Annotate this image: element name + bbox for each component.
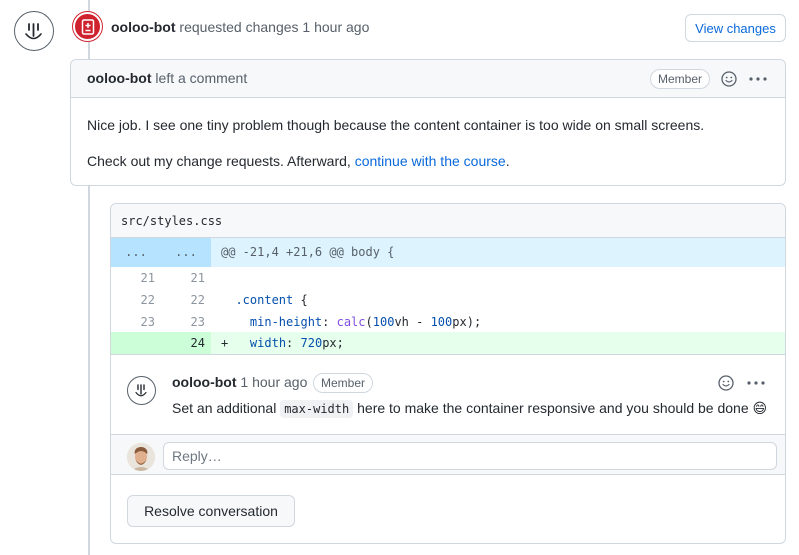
- old-line-number[interactable]: 22: [111, 289, 161, 311]
- inline-code: max-width: [280, 400, 354, 418]
- inline-comment-body-prefix: Set an additional: [172, 400, 281, 416]
- member-badge: Member: [650, 69, 711, 89]
- diff-line: 21 21: [111, 267, 785, 289]
- diff-line: 23 23 min-height: calc(100vh - 100px);: [111, 311, 785, 333]
- review-author[interactable]: ooloo-bot: [111, 19, 176, 35]
- resolve-conversation-button[interactable]: Resolve conversation: [127, 495, 295, 527]
- hunk-header-text: @@ -21,4 +21,6 @@ body {: [221, 245, 395, 259]
- css-property: min-height: [249, 315, 323, 329]
- diff-line-added: 24 + width: 720px;: [111, 332, 785, 354]
- css-function: calc: [336, 315, 366, 329]
- bot-face-icon: [135, 384, 147, 397]
- css-brace: {: [293, 293, 308, 307]
- inline-comment-header: ooloo-bot 1 hour ago: [172, 374, 307, 390]
- diff-code: .content {: [221, 289, 308, 311]
- comment-author-line: ooloo-bot left a comment: [87, 70, 247, 86]
- user-photo-icon: [127, 443, 155, 471]
- bot-avatar[interactable]: [127, 376, 156, 405]
- add-reaction-icon[interactable]: [719, 69, 739, 89]
- new-line-number[interactable]: 23: [161, 311, 211, 333]
- diff-file-header: src/styles.css: [111, 204, 785, 238]
- diff-line: 22 22 .content {: [111, 289, 785, 311]
- old-line-number[interactable]: 23: [111, 311, 161, 333]
- kebab-menu-icon[interactable]: [745, 373, 767, 393]
- new-line-number[interactable]: 21: [161, 267, 211, 289]
- review-time[interactable]: 1 hour ago: [302, 19, 369, 35]
- css-operator: -: [408, 315, 431, 329]
- changes-requested-icon: [73, 12, 102, 41]
- css-unit: vh: [394, 315, 409, 329]
- diff-code: + width: 720px;: [221, 336, 344, 350]
- user-avatar[interactable]: [127, 443, 155, 471]
- reply-area: [111, 434, 785, 475]
- comment-paragraph-2-suffix: .: [505, 153, 510, 169]
- bot-avatar[interactable]: [14, 11, 54, 51]
- diff-filename[interactable]: src/styles.css: [121, 214, 222, 228]
- continue-course-link[interactable]: continue with the course: [355, 153, 506, 169]
- new-line-number[interactable]: 22: [161, 289, 211, 311]
- inline-comment-body-suffix: here to make the container responsive an…: [353, 400, 768, 416]
- inline-comment: ooloo-bot 1 hour ago Member Set an addit…: [111, 354, 785, 434]
- css-property: width: [249, 336, 287, 350]
- review-comment: ooloo-bot left a comment Member Nice job…: [70, 59, 786, 186]
- review-thread: src/styles.css ... ... @@ -21,4 +21,6 @@…: [110, 203, 786, 544]
- comment-author[interactable]: ooloo-bot: [87, 70, 152, 86]
- view-changes-button[interactable]: View changes: [685, 14, 786, 42]
- member-badge: Member: [313, 373, 374, 393]
- new-line-number[interactable]: 24: [161, 332, 211, 354]
- old-line-number[interactable]: 21: [111, 267, 161, 289]
- css-number: 100: [372, 315, 395, 329]
- comment-action: left a comment: [155, 70, 248, 86]
- review-action: requested changes: [179, 19, 299, 35]
- add-reaction-icon[interactable]: [716, 373, 736, 393]
- comment-header: ooloo-bot left a comment Member: [71, 60, 785, 98]
- review-header: ooloo-bot requested changes 1 hour ago: [111, 19, 369, 35]
- inline-comment-time[interactable]: 1 hour ago: [240, 374, 307, 390]
- diff-code: min-height: calc(100vh - 100px);: [249, 315, 482, 329]
- reply-input[interactable]: [163, 442, 777, 470]
- css-unit: px: [452, 315, 467, 329]
- inline-comment-author[interactable]: ooloo-bot: [172, 374, 237, 390]
- bot-face-icon: [25, 23, 42, 40]
- diff-add-marker: +: [221, 336, 229, 350]
- diff-hunk-header: ... ... @@ -21,4 +21,6 @@ body {: [111, 238, 785, 267]
- css-unit: px: [322, 336, 337, 350]
- inline-comment-body: Set an additional max-width here to make…: [172, 400, 768, 418]
- comment-paragraph-2-prefix: Check out my change requests. Afterward,: [87, 153, 355, 169]
- comment-paragraph-2: Check out my change requests. Afterward,…: [87, 153, 510, 169]
- css-number: 720: [300, 336, 323, 350]
- expand-hunk-new[interactable]: ...: [161, 238, 211, 267]
- kebab-menu-icon[interactable]: [747, 69, 769, 89]
- comment-paragraph-1: Nice job. I see one tiny problem though …: [87, 117, 705, 133]
- css-selector: .content: [235, 293, 294, 307]
- css-number: 100: [430, 315, 453, 329]
- expand-hunk-old[interactable]: ...: [111, 238, 161, 267]
